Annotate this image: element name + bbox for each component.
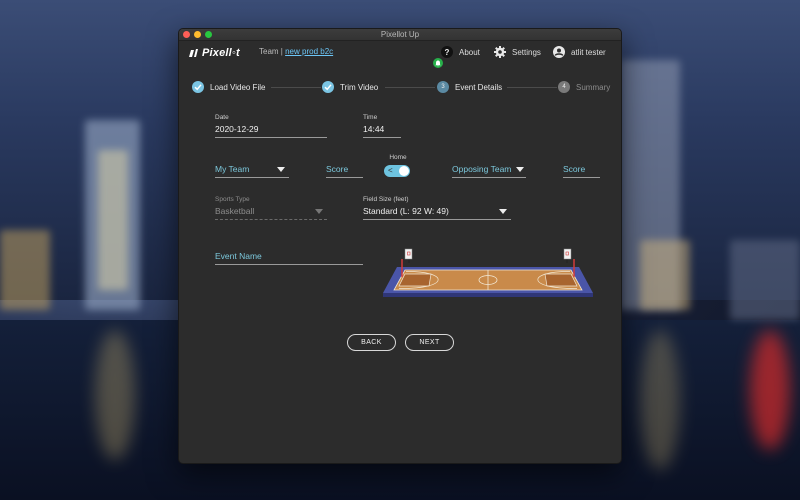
field-size-label: Field Size (feet) <box>363 196 409 203</box>
check-icon <box>322 81 334 93</box>
chevron-down-icon <box>277 167 285 172</box>
step-connector <box>507 87 557 88</box>
chevron-down-icon <box>499 209 507 214</box>
app-window: Pixellot Up Pixell◦t Team | new prod b2c… <box>178 28 622 464</box>
home-label: Home <box>389 154 407 161</box>
my-team-select[interactable]: My Team <box>215 164 289 178</box>
help-icon: ? <box>441 46 453 58</box>
about-button[interactable]: ? About <box>441 46 480 58</box>
field-size-select[interactable]: Field Size (feet) Standard (L: 92 W: 49) <box>363 196 511 220</box>
home-toggle-field[interactable]: Home < <box>384 154 412 177</box>
date-input[interactable]: 2020-12-29 <box>215 124 327 138</box>
toggle-knob <box>399 166 409 176</box>
check-icon <box>192 81 204 93</box>
window-title: Pixellot Up <box>380 30 420 39</box>
my-score-input[interactable]: Score <box>326 164 363 178</box>
sports-type-text: Basketball <box>215 206 255 216</box>
step-number: 4 <box>558 81 570 93</box>
settings-button[interactable]: Settings <box>494 46 541 58</box>
step-summary: 4 Summary <box>558 81 610 93</box>
about-label: About <box>459 47 480 57</box>
user-avatar-icon <box>553 46 565 58</box>
event-name-input[interactable]: Event Name <box>215 251 363 265</box>
pixellot-logo-icon <box>189 49 198 57</box>
step-event-details: 3 Event Details <box>437 81 502 93</box>
step-trim-video: Trim Video <box>322 81 378 93</box>
team-link[interactable]: new prod b2c <box>285 47 333 56</box>
step-label: Load Video File <box>210 82 266 92</box>
my-score-field[interactable]: Score <box>326 164 363 178</box>
next-button[interactable]: NEXT <box>405 334 454 351</box>
sports-type-select: Sports Type Basketball <box>215 196 327 220</box>
opposing-team-text: Opposing Team <box>452 164 512 174</box>
user-menu[interactable]: atlit tester <box>553 46 606 58</box>
team-info: Team | new prod b2c <box>259 47 333 56</box>
my-team-value[interactable]: My Team <box>215 164 289 178</box>
step-label: Trim Video <box>340 82 379 92</box>
opposing-score-input[interactable]: Score <box>563 164 600 178</box>
time-field[interactable]: Time 14:44 <box>363 114 401 138</box>
step-number: 3 <box>437 81 449 93</box>
chevron-down-icon <box>315 209 323 214</box>
wizard-stepper: Load Video File Trim Video 3 Event Detai… <box>179 81 621 97</box>
opposing-team-value[interactable]: Opposing Team <box>452 164 526 178</box>
field-size-text: Standard (L: 92 W: 49) <box>363 206 449 216</box>
step-label: Event Details <box>455 82 503 92</box>
step-connector <box>271 87 321 88</box>
field-size-value[interactable]: Standard (L: 92 W: 49) <box>363 206 511 220</box>
chevron-down-icon <box>516 167 524 172</box>
opposing-score-field[interactable]: Score <box>563 164 600 178</box>
time-label: Time <box>363 114 378 121</box>
date-field[interactable]: Date 2020-12-29 <box>215 114 327 138</box>
sports-type-label: Sports Type <box>215 196 250 203</box>
step-label: Summary <box>576 82 611 92</box>
back-button[interactable]: BACK <box>347 334 396 351</box>
notification-bell-icon[interactable] <box>433 58 443 68</box>
title-bar: Pixellot Up <box>179 29 621 41</box>
sports-type-value: Basketball <box>215 206 327 220</box>
opposing-team-select[interactable]: Opposing Team <box>452 164 526 178</box>
my-team-text: My Team <box>215 164 250 174</box>
user-name: atlit tester <box>571 47 606 57</box>
arrow-left-icon: < <box>388 166 393 175</box>
home-toggle[interactable]: < <box>384 165 410 177</box>
step-load-video-file: Load Video File <box>192 81 265 93</box>
settings-label: Settings <box>512 47 541 57</box>
gear-icon <box>494 46 506 58</box>
date-label: Date <box>215 114 229 121</box>
pixellot-logo: Pixell◦t <box>188 46 240 60</box>
logo-text: Pixell◦t <box>202 47 240 59</box>
app-header: Pixell◦t Team | new prod b2c ? About Set… <box>179 41 621 68</box>
event-name-field[interactable]: Event Name <box>215 251 363 265</box>
time-input[interactable]: 14:44 <box>363 124 401 138</box>
step-connector <box>385 87 435 88</box>
team-label: Team | <box>259 47 283 56</box>
basketball-court-illustration <box>383 248 593 297</box>
